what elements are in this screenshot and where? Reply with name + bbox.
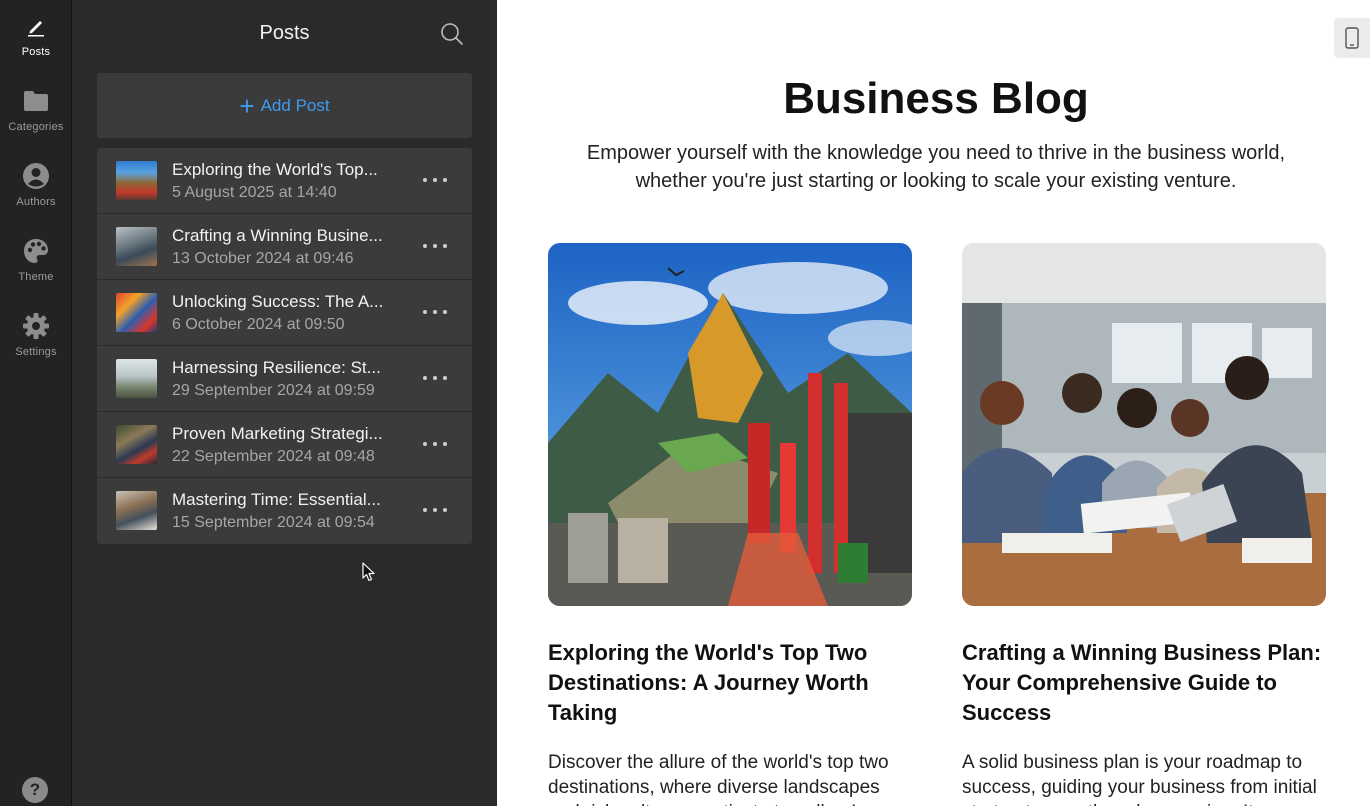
search-icon[interactable] (440, 22, 464, 46)
post-list: Exploring the World's Top... 5 August 20… (97, 148, 472, 544)
post-row[interactable]: Proven Marketing Strategi... 22 Septembe… (97, 412, 472, 478)
panel-title: Posts (259, 22, 310, 44)
pencil-icon (22, 12, 50, 40)
more-options-icon[interactable] (423, 236, 447, 256)
blog-subtitle: Empower yourself with the knowledge you … (586, 142, 1286, 192)
user-icon (22, 162, 50, 190)
more-options-icon[interactable] (423, 170, 447, 190)
post-row[interactable]: Harnessing Resilience: St... 29 Septembe… (97, 346, 472, 412)
post-thumbnail (116, 425, 157, 464)
post-card-image[interactable] (548, 243, 912, 606)
nav-item-authors[interactable]: Authors (0, 154, 72, 224)
palette-icon (22, 237, 50, 265)
post-date: 13 October 2024 at 09:46 (172, 250, 354, 267)
post-row[interactable]: Mastering Time: Essential... 15 Septembe… (97, 478, 472, 544)
nav-rail: Posts Categories Authors Theme Settings … (0, 0, 72, 806)
post-card: Crafting a Winning Business Plan: Your C… (962, 243, 1326, 806)
post-card-title[interactable]: Crafting a Winning Business Plan: Your C… (962, 638, 1326, 728)
blog-title: Business Blog (783, 74, 1089, 123)
post-card-excerpt: Discover the allure of the world's top t… (548, 752, 889, 806)
more-options-icon[interactable] (423, 302, 447, 322)
gear-icon (22, 312, 50, 340)
post-card: Exploring the World's Top Two Destinatio… (548, 243, 912, 806)
post-thumbnail (116, 293, 157, 332)
post-date: 15 September 2024 at 09:54 (172, 514, 375, 531)
post-card-title[interactable]: Exploring the World's Top Two Destinatio… (548, 638, 912, 728)
post-thumbnail (116, 359, 157, 398)
post-date: 6 October 2024 at 09:50 (172, 316, 345, 333)
post-card-excerpt: A solid business plan is your roadmap to… (962, 752, 1317, 806)
post-thumbnail (116, 491, 157, 530)
post-date: 5 August 2025 at 14:40 (172, 184, 337, 201)
more-options-icon[interactable] (423, 500, 447, 520)
post-row[interactable]: Unlocking Success: The A... 6 October 20… (97, 280, 472, 346)
nav-item-label: Authors (16, 196, 56, 208)
nav-item-label: Posts (21, 46, 51, 58)
post-title: Crafting a Winning Busine... (172, 226, 383, 245)
post-date: 29 September 2024 at 09:59 (172, 382, 375, 399)
add-post-label: Add Post (260, 95, 330, 115)
nav-item-label: Theme (18, 271, 54, 283)
nav-item-theme[interactable]: Theme (0, 229, 72, 299)
posts-panel: Posts + Add Post Exploring the World's T… (72, 0, 497, 806)
plus-icon: + (239, 90, 255, 121)
post-title: Exploring the World's Top... (172, 160, 378, 179)
nav-item-label: Categories (8, 121, 64, 133)
nav-item-categories[interactable]: Categories (0, 79, 72, 149)
nav-item-posts[interactable]: Posts (0, 4, 72, 74)
help-button[interactable]: ? (22, 777, 48, 803)
post-row[interactable]: Crafting a Winning Busine... 13 October … (97, 214, 472, 280)
post-title: Unlocking Success: The A... (172, 292, 384, 311)
post-card-image[interactable] (962, 243, 1326, 606)
blog-preview: Business Blog Empower yourself with the … (497, 0, 1370, 806)
more-options-icon[interactable] (423, 434, 447, 454)
post-title: Proven Marketing Strategi... (172, 424, 383, 443)
post-date: 22 September 2024 at 09:48 (172, 448, 375, 465)
mouse-cursor-icon (362, 562, 376, 582)
nav-item-settings[interactable]: Settings (0, 304, 72, 374)
mobile-device-icon[interactable] (1334, 18, 1370, 58)
post-thumbnail (116, 161, 157, 200)
post-row[interactable]: Exploring the World's Top... 5 August 20… (97, 148, 472, 214)
post-title: Harnessing Resilience: St... (172, 358, 381, 377)
nav-item-label: Settings (15, 346, 57, 358)
post-thumbnail (116, 227, 157, 266)
add-post-button[interactable]: + Add Post (97, 73, 472, 138)
post-title: Mastering Time: Essential... (172, 490, 381, 509)
more-options-icon[interactable] (423, 368, 447, 388)
folder-icon (22, 87, 50, 115)
